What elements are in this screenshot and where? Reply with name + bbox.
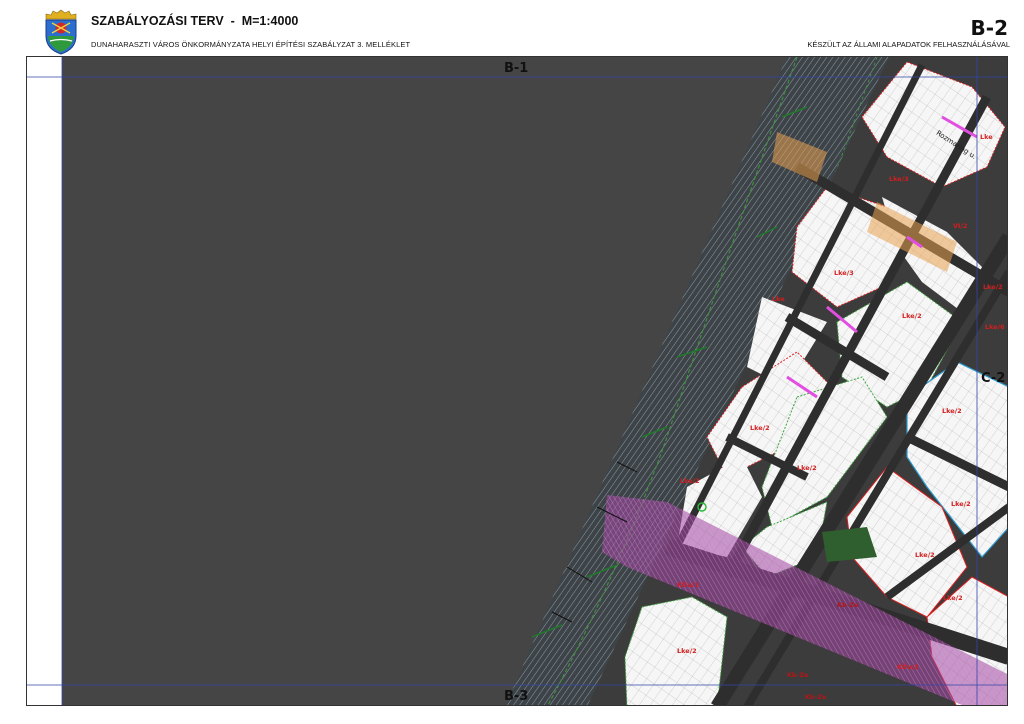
zone-label: Lke/2 bbox=[915, 551, 935, 559]
zone-label: Lke/2 bbox=[797, 464, 817, 472]
zone-label: Lke/2 bbox=[750, 424, 770, 432]
zone-label: Lke/3 bbox=[834, 269, 854, 277]
zone-label: Kb-Ze bbox=[837, 601, 859, 609]
zone-label: Lke/2 bbox=[943, 594, 963, 602]
adjacent-sheet-right[interactable]: C-2 bbox=[981, 371, 1005, 386]
zone-label: Lke/3 bbox=[889, 175, 909, 183]
source-note: KÉSZÜLT AZ ÁLLAMI ALAPADATOK FELHASZNÁLÁ… bbox=[807, 40, 1010, 49]
plot-block-13 bbox=[624, 596, 728, 705]
header: SZABÁLYOZÁSI TERV - M=1:4000 DUNAHARASZT… bbox=[0, 0, 1024, 56]
green-park bbox=[822, 527, 877, 562]
zone-label: Lke/2 bbox=[983, 283, 1003, 291]
map-title: SZABÁLYOZÁSI TERV - M=1:4000 bbox=[91, 14, 299, 28]
zone-label: Lke/6 bbox=[985, 323, 1005, 331]
zone-label: Lke bbox=[980, 133, 993, 141]
map-subtitle: DUNAHARASZTI VÁROS ÖNKORMÁNYZATA HELYI É… bbox=[91, 40, 411, 49]
zone-label: Lke bbox=[772, 295, 785, 303]
zone-label: Lke/2 bbox=[942, 407, 962, 415]
map-frame[interactable]: B-1 C-2 B-3 Rozmaring u. Lke/3 Lke/3 Lke… bbox=[26, 56, 1008, 706]
adjacent-sheet-bottom[interactable]: B-3 bbox=[504, 689, 528, 704]
adjacent-sheet-top[interactable]: B-1 bbox=[504, 61, 528, 76]
zone-label: KÖu/2 bbox=[897, 663, 919, 671]
zone-label: Kb-Ze bbox=[805, 693, 827, 701]
sheet-id: B-2 bbox=[970, 16, 1008, 40]
zone-label: KÖu/1 bbox=[677, 581, 699, 589]
coat-of-arms-icon bbox=[45, 9, 77, 55]
map-canvas[interactable] bbox=[27, 57, 1008, 706]
zone-label: Kb-Ze bbox=[787, 671, 809, 679]
left-margin bbox=[27, 57, 62, 705]
zone-label: VI/2 bbox=[953, 222, 968, 230]
zone-label: Lke/2 bbox=[677, 647, 697, 655]
zone-label: Lke/2 bbox=[902, 312, 922, 320]
zone-label: Lke/2 bbox=[951, 500, 971, 508]
zone-label: Lke/2 bbox=[680, 477, 700, 485]
